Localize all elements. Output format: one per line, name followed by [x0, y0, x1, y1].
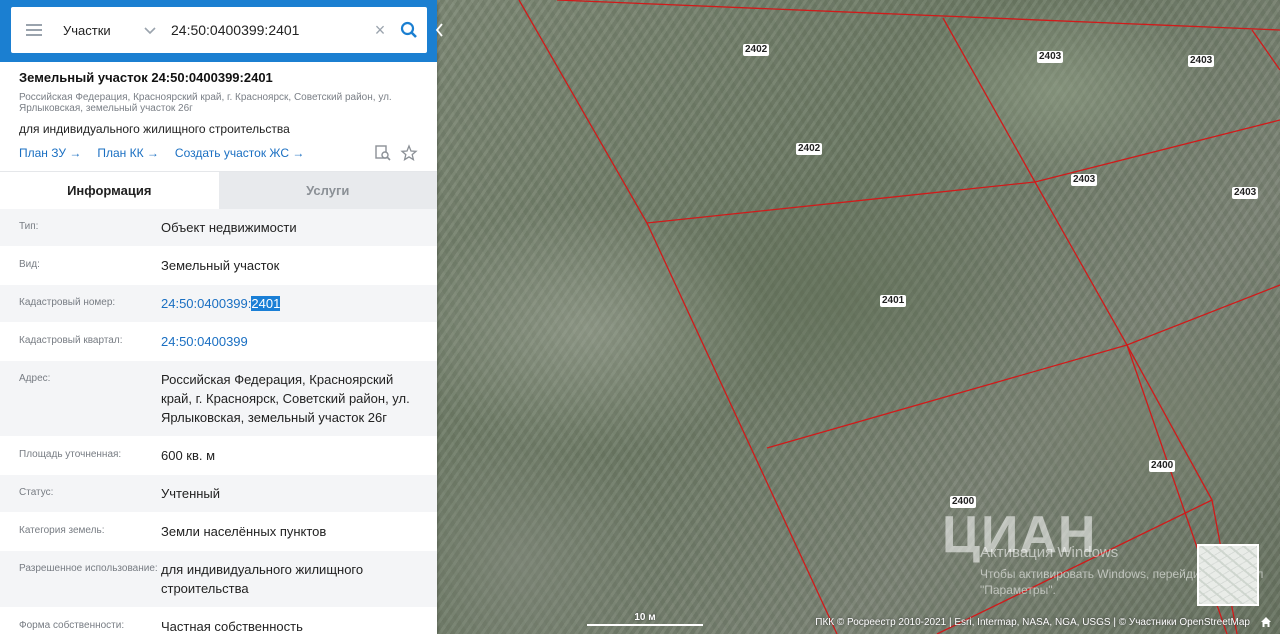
info-table: Тип: Объект недвижимости Вид: Земельный …: [0, 209, 437, 634]
chevron-down-icon[interactable]: [143, 23, 157, 37]
info-row: Статус: Учтенный: [0, 475, 437, 513]
scale-bar: 10 м: [587, 612, 703, 626]
collapse-panel-icon[interactable]: [433, 20, 447, 40]
info-row: Разрешенное использование: для индивидуа…: [0, 551, 437, 608]
map-view[interactable]: 2402 2403 2403 2402 2403 2403 2401 2400 …: [437, 0, 1280, 634]
parcel-label[interactable]: 2402: [743, 44, 770, 56]
minimap[interactable]: [1197, 544, 1259, 606]
parcel-label[interactable]: 2400: [1149, 460, 1176, 472]
row-key: Вид:: [19, 259, 40, 270]
row-value: Земли населённых пунктов: [161, 524, 327, 539]
info-row: Форма собственности: Частная собственнос…: [0, 608, 437, 634]
info-row: Категория земель: Земли населённых пункт…: [0, 513, 437, 551]
row-key: Тип:: [19, 221, 39, 232]
star-icon[interactable]: [400, 144, 418, 162]
parcel-label[interactable]: 2401: [880, 295, 907, 307]
search-input[interactable]: 24:50:0400399:2401: [171, 22, 369, 38]
row-key: Кадастровый номер:: [19, 297, 116, 308]
parcel-label[interactable]: 2403: [1232, 187, 1259, 199]
search-icon[interactable]: [391, 12, 427, 48]
info-row: Кадастровый номер: 24:50:0400399:2401: [0, 285, 437, 323]
info-row: Вид: Земельный участок: [0, 247, 437, 285]
cadastral-number-selection: 2401: [251, 296, 281, 311]
parcel-label[interactable]: 2403: [1071, 174, 1098, 186]
row-value: Объект недвижимости: [161, 220, 297, 235]
info-row: Кадастровый квартал: 24:50:0400399: [0, 323, 437, 361]
plan-kk-link[interactable]: План КК →: [97, 146, 159, 160]
sidebar: Участки 24:50:0400399:2401 × Земельный у…: [0, 0, 443, 634]
search-document-icon[interactable]: [374, 144, 392, 162]
home-icon[interactable]: [1260, 616, 1272, 628]
windows-activation-title: Активация Windows: [980, 544, 1119, 561]
tabs: Информация Услуги: [0, 171, 437, 209]
row-value: Частная собственность: [161, 619, 303, 634]
create-parcel-link[interactable]: Создать участок ЖС →: [175, 146, 304, 160]
search-box: Участки 24:50:0400399:2401 ×: [11, 7, 427, 53]
row-key: Адрес:: [19, 373, 51, 384]
info-row: Тип: Объект недвижимости: [0, 209, 437, 247]
row-key: Форма собственности:: [19, 620, 125, 631]
row-value: 600 кв. м: [161, 448, 216, 463]
cadastral-number-link[interactable]: 24:50:0400399:2401: [161, 294, 437, 313]
parcel-address-short: Российская Федерация, Красноярский край,…: [19, 92, 392, 114]
map-attribution: ПКК © Росреестр 2010-2021 | Esri, Interm…: [815, 617, 1250, 628]
search-scope-select[interactable]: Участки: [63, 23, 143, 38]
clear-icon[interactable]: ×: [369, 19, 391, 41]
row-key: Статус:: [19, 487, 54, 498]
parcel-title: Земельный участок 24:50:0400399:2401: [19, 70, 273, 85]
row-key: Разрешенное использование:: [19, 563, 158, 574]
parcel-label[interactable]: 2402: [796, 143, 823, 155]
plan-zu-link[interactable]: План ЗУ →: [19, 146, 81, 160]
parcel-use: для индивидуального жилищного строительс…: [19, 122, 290, 136]
row-value: Земельный участок: [161, 258, 280, 273]
menu-icon[interactable]: [11, 7, 57, 53]
parcel-boundaries: [518, 0, 1280, 634]
parcel-label[interactable]: 2403: [1037, 51, 1064, 63]
cadastral-number-prefix: 24:50:0400399:: [161, 296, 252, 311]
parcel-links: План ЗУ → План КК → Создать участок ЖС →: [19, 144, 418, 162]
row-key: Площадь уточненная:: [19, 449, 122, 460]
row-value: для индивидуального жилищного строительс…: [161, 562, 364, 596]
row-value: Российская Федерация, Красноярский край,…: [161, 372, 410, 425]
info-row: Адрес: Российская Федерация, Красноярски…: [0, 361, 437, 437]
parcel-label[interactable]: 2403: [1188, 55, 1215, 67]
row-key: Категория земель:: [19, 525, 105, 536]
row-key: Кадастровый квартал:: [19, 335, 123, 346]
search-bar: Участки 24:50:0400399:2401 ×: [0, 0, 443, 62]
tab-info[interactable]: Информация: [0, 172, 219, 209]
cadastral-quarter-link[interactable]: 24:50:0400399: [161, 332, 437, 351]
tab-services[interactable]: Услуги: [218, 172, 437, 209]
info-row: Площадь уточненная: 600 кв. м: [0, 437, 437, 475]
parcel-header: Земельный участок 24:50:0400399:2401 Рос…: [0, 62, 437, 162]
row-value: Учтенный: [161, 486, 221, 501]
